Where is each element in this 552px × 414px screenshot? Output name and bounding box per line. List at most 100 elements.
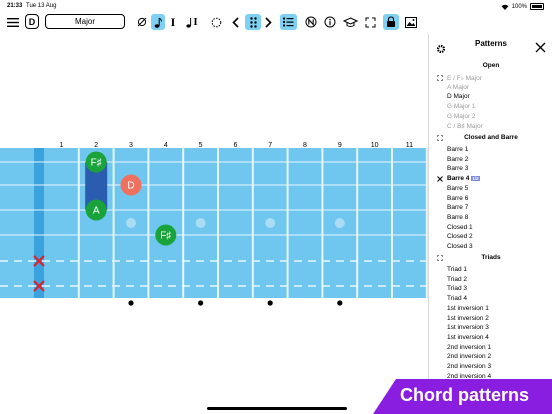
no-notes-icon[interactable] (136, 14, 148, 30)
wifi-icon (501, 4, 509, 10)
deselect-x-icon[interactable] (437, 176, 443, 182)
pattern-item[interactable]: 2nd inversion 2 (447, 353, 491, 360)
pattern-item[interactable]: Barre 2 (447, 156, 468, 163)
info-icon[interactable] (323, 14, 336, 30)
notes-n-icon[interactable] (304, 14, 317, 30)
fret-wire (391, 148, 393, 298)
image-icon[interactable] (404, 14, 418, 30)
pattern-item[interactable]: A Major (447, 84, 469, 91)
pattern-item-label: G Major 1 (447, 103, 476, 111)
position-dots (128, 300, 343, 306)
expand-icon[interactable] (437, 75, 443, 81)
note-label: D (127, 181, 134, 192)
home-indicator[interactable] (207, 407, 347, 410)
pattern-item-label: D Major (447, 93, 470, 101)
fullscreen-icon[interactable] (364, 14, 377, 30)
pattern-item-label: Barre 6 (447, 194, 469, 202)
battery-percent: 100% (511, 3, 527, 10)
pattern-item-label: Triad 3 (447, 285, 467, 293)
note-interval-icon[interactable]: I (184, 14, 200, 30)
pattern-item-label: Triad 4 (447, 295, 467, 303)
fret-inlay (126, 218, 136, 228)
position-dot (337, 300, 343, 306)
pattern-item[interactable]: 1st inversion 1 (447, 305, 489, 312)
pattern-item[interactable]: 2nd inversion 3 (447, 363, 491, 370)
fret-wire (217, 148, 219, 298)
pattern-item-label: 2nd inversion 1 (447, 343, 492, 351)
section-title: Closed and Barre (464, 134, 518, 141)
mode-selector[interactable]: Major (45, 14, 125, 29)
fret-inlay (195, 218, 206, 228)
pattern-item-label: 2nd inversion 3 (447, 363, 492, 370)
pattern-item[interactable]: Triad 1 (447, 266, 467, 273)
pattern-item[interactable]: G Major 2 (447, 113, 476, 120)
interval-icon[interactable]: I (168, 14, 178, 30)
pattern-item-label: E / F♭ Major (447, 75, 482, 82)
pattern-item[interactable]: Closed 3 (447, 243, 473, 250)
pattern-item[interactable]: Barre 8 (447, 214, 468, 221)
pattern-item[interactable]: Barre 6 (447, 195, 468, 202)
nut (34, 148, 44, 298)
position-dot (198, 300, 204, 306)
pattern-item[interactable]: 2nd inversion 1 (447, 344, 491, 351)
pattern-item[interactable]: Barre 1 (447, 146, 468, 153)
pattern-item[interactable]: Barre 5 (447, 185, 468, 192)
fret-inlay (265, 218, 276, 228)
status-time: 21:33 (7, 3, 23, 9)
pattern-item[interactable]: C / B♯ Major (447, 123, 483, 130)
expand-icon[interactable] (437, 255, 443, 261)
pattern-item[interactable]: 1st inversion 2 (447, 315, 489, 322)
pattern-grid-icon[interactable] (245, 14, 261, 30)
fretboard-surface (0, 148, 428, 298)
pattern-item[interactable]: G Major 1 (447, 103, 476, 110)
pattern-item[interactable]: Closed 1 (447, 224, 473, 231)
pattern-item-label: Triad 2 (447, 275, 467, 283)
fret-wire (112, 148, 115, 298)
pattern-item[interactable]: Closed 2 (447, 233, 473, 240)
fret-wire (147, 148, 150, 298)
position-dot (128, 300, 134, 306)
pattern-item-label: Barre 5 (447, 184, 469, 192)
pattern-item[interactable]: 1st inversion 4 (447, 334, 489, 341)
chevron-left-icon[interactable] (231, 14, 240, 30)
close-icon[interactable] (535, 40, 546, 58)
pattern-item-label: 1st inversion 4 (447, 333, 489, 341)
fret-inlay (334, 218, 345, 228)
fret-wire (321, 148, 324, 298)
fretboard[interactable]: F♯ D A F♯ (0, 148, 428, 308)
graduation-cap-icon[interactable] (342, 14, 358, 30)
pattern-item-label: Closed 2 (447, 233, 473, 241)
pattern-item[interactable]: Triad 4 (447, 295, 467, 302)
pattern-item-label: Triad 1 (447, 266, 467, 273)
pattern-item-label: Barre 7 (447, 204, 469, 212)
key-button[interactable]: D (25, 14, 39, 29)
pattern-item-label: 1st inversion 2 (447, 314, 489, 322)
section-title: Open (482, 62, 500, 69)
pattern-item-label: 1st inversion 1 (447, 304, 489, 312)
pattern-item[interactable]: 1st inversion 3 (447, 324, 489, 331)
expand-icon[interactable] (437, 135, 443, 141)
panel-title: Patterns (474, 39, 507, 48)
pattern-item[interactable]: Barre 7 (447, 204, 468, 211)
pattern-item-label: Closed 3 (447, 243, 473, 250)
list-icon[interactable] (280, 14, 297, 30)
pattern-item-label: Barre 3 (447, 165, 469, 173)
menu-icon[interactable] (6, 14, 19, 30)
pattern-item[interactable]: E / F♭ Major (447, 74, 482, 82)
chevron-right-icon[interactable] (264, 14, 273, 30)
pattern-item[interactable]: D Major (447, 93, 470, 100)
fret-wire (286, 148, 289, 298)
pattern-item[interactable]: Barre 4 1/2 (447, 175, 480, 182)
interval-glyph: I (193, 16, 198, 28)
pattern-item[interactable]: Triad 3 (447, 285, 467, 292)
lock-icon[interactable] (383, 14, 399, 30)
pattern-item-label: 2nd inversion 2 (447, 353, 492, 361)
pattern-item-label: A Major (447, 83, 470, 91)
circle-icon[interactable] (210, 14, 222, 30)
pattern-item[interactable]: Triad 2 (447, 276, 467, 283)
fret-wire (251, 148, 254, 298)
fret-wire (182, 148, 185, 298)
pattern-item-label: Barre 2 (447, 155, 469, 163)
note-icon[interactable] (151, 14, 165, 30)
pattern-item[interactable]: Barre 3 (447, 165, 468, 172)
